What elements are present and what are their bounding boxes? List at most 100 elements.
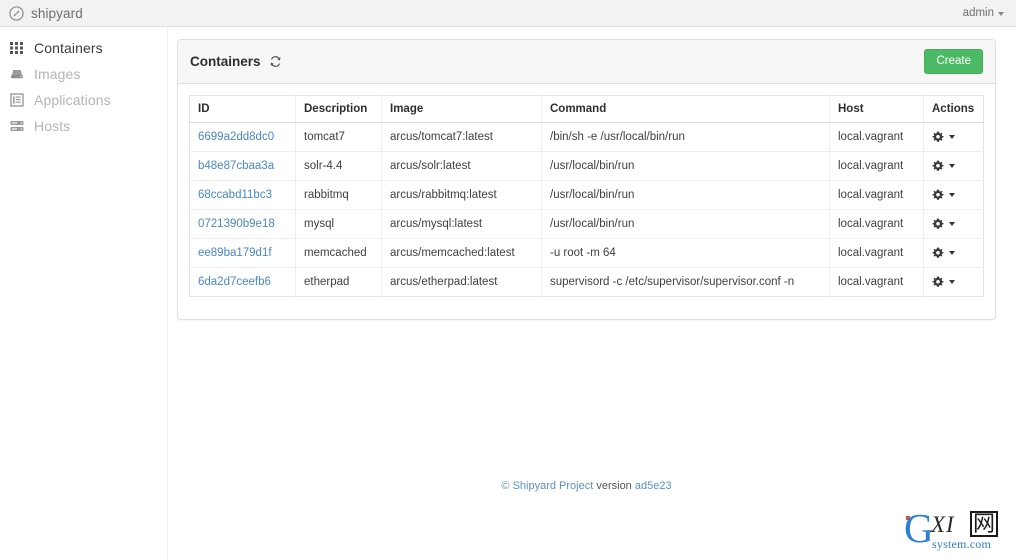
cell-command: supervisord -c /etc/supervisor/superviso… bbox=[541, 267, 830, 297]
gear-icon[interactable] bbox=[932, 276, 944, 288]
chevron-down-icon[interactable] bbox=[949, 221, 955, 226]
container-id-link[interactable]: 6da2d7ceefb6 bbox=[198, 276, 271, 288]
sidebar-item-label: Hosts bbox=[34, 118, 71, 134]
cell-description: solr-4.4 bbox=[295, 151, 382, 181]
hard-drive-icon bbox=[11, 70, 23, 79]
cell-command: /usr/local/bin/run bbox=[541, 151, 830, 181]
page-body: Containers Images Applications Hosts Con… bbox=[0, 27, 1016, 560]
gear-icon[interactable] bbox=[932, 131, 944, 143]
cell-host: local.vagrant bbox=[829, 209, 924, 239]
gear-icon[interactable] bbox=[932, 160, 944, 172]
table-body: 6699a2dd8dc0 tomcat7 arcus/tomcat7:lates… bbox=[189, 122, 984, 297]
refresh-icon[interactable] bbox=[269, 55, 282, 68]
table-header-row: ID Description Image Command Host Action… bbox=[189, 95, 984, 123]
table-row: 0721390b9e18 mysql arcus/mysql:latest /u… bbox=[189, 209, 984, 239]
cell-id: 6699a2dd8dc0 bbox=[189, 122, 296, 152]
server-rack-icon bbox=[10, 121, 24, 131]
container-id-link[interactable]: 68ccabd11bc3 bbox=[198, 189, 272, 201]
cell-host: local.vagrant bbox=[829, 238, 924, 268]
sidebar-item-images[interactable]: Images bbox=[0, 61, 167, 87]
cell-description: tomcat7 bbox=[295, 122, 382, 152]
gear-icon[interactable] bbox=[932, 218, 944, 230]
container-id-link[interactable]: 0721390b9e18 bbox=[198, 218, 275, 230]
column-header-command[interactable]: Command bbox=[541, 95, 830, 123]
grid-icon bbox=[10, 42, 23, 54]
chevron-down-icon[interactable] bbox=[949, 250, 955, 255]
container-id-link[interactable]: b48e87cbaa3a bbox=[198, 160, 274, 172]
table-header: ID Description Image Command Host Action… bbox=[189, 95, 984, 123]
brand-logo-link[interactable]: shipyard bbox=[9, 6, 83, 21]
gear-icon[interactable] bbox=[932, 247, 944, 259]
create-button[interactable]: Create bbox=[924, 49, 983, 74]
cell-actions bbox=[923, 238, 984, 268]
sidebar-item-hosts[interactable]: Hosts bbox=[0, 113, 167, 139]
chevron-down-icon bbox=[998, 12, 1004, 16]
copyright-symbol: © bbox=[501, 479, 510, 492]
cell-image: arcus/memcached:latest bbox=[381, 238, 542, 268]
container-id-link[interactable]: 6699a2dd8dc0 bbox=[198, 131, 274, 143]
column-header-image[interactable]: Image bbox=[381, 95, 542, 123]
table-row: ee89ba179d1f memcached arcus/memcached:l… bbox=[189, 238, 984, 268]
version-link[interactable]: ad5e23 bbox=[635, 480, 672, 492]
sidebar-item-applications[interactable]: Applications bbox=[0, 87, 167, 113]
cell-host: local.vagrant bbox=[829, 267, 924, 297]
compass-circle-icon bbox=[9, 5, 24, 21]
containers-table: ID Description Image Command Host Action… bbox=[189, 94, 984, 297]
column-header-host[interactable]: Host bbox=[829, 95, 924, 123]
cell-description: rabbitmq bbox=[295, 180, 382, 210]
table-row: 68ccabd11bc3 rabbitmq arcus/rabbitmq:lat… bbox=[189, 180, 984, 210]
column-header-description[interactable]: Description bbox=[295, 95, 382, 123]
cell-image: arcus/mysql:latest bbox=[381, 209, 542, 239]
cell-description: mysql bbox=[295, 209, 382, 239]
cell-image: arcus/tomcat7:latest bbox=[381, 122, 542, 152]
cell-id: ee89ba179d1f bbox=[189, 238, 296, 268]
cell-actions bbox=[923, 122, 984, 152]
sidebar: Containers Images Applications Hosts bbox=[0, 27, 168, 560]
sidebar-item-label: Applications bbox=[34, 92, 111, 108]
gear-icon[interactable] bbox=[932, 189, 944, 201]
user-menu[interactable]: admin bbox=[963, 7, 1004, 19]
panel-title-group: Containers bbox=[190, 54, 282, 69]
chevron-down-icon[interactable] bbox=[949, 163, 955, 168]
cell-command: /bin/sh -e /usr/local/bin/run bbox=[541, 122, 830, 152]
table-row: 6699a2dd8dc0 tomcat7 arcus/tomcat7:lates… bbox=[189, 122, 984, 152]
main-content: Containers Create ID Description Image C… bbox=[168, 27, 1016, 560]
cell-image: arcus/etherpad:latest bbox=[381, 267, 542, 297]
containers-panel: Containers Create ID Description Image C… bbox=[177, 39, 996, 320]
cell-actions bbox=[924, 267, 984, 296]
top-navbar: shipyard admin bbox=[0, 0, 1016, 27]
cell-host: local.vagrant bbox=[829, 122, 924, 152]
cell-command: /usr/local/bin/run bbox=[541, 209, 830, 239]
container-id-link[interactable]: ee89ba179d1f bbox=[198, 247, 272, 259]
cell-description: etherpad bbox=[295, 267, 382, 297]
cell-actions bbox=[923, 180, 984, 210]
panel-body: ID Description Image Command Host Action… bbox=[178, 84, 995, 319]
cell-description: memcached bbox=[295, 238, 382, 268]
column-header-actions: Actions bbox=[923, 95, 984, 123]
version-label: version bbox=[596, 479, 632, 492]
cell-id: 68ccabd11bc3 bbox=[189, 180, 296, 210]
panel-heading: Containers Create bbox=[178, 40, 995, 84]
table-row: b48e87cbaa3a solr-4.4 arcus/solr:latest … bbox=[189, 151, 984, 181]
cell-host: local.vagrant bbox=[829, 151, 924, 181]
cell-actions bbox=[923, 209, 984, 239]
cell-image: arcus/solr:latest bbox=[381, 151, 542, 181]
column-header-id[interactable]: ID bbox=[189, 95, 296, 123]
sidebar-item-label: Containers bbox=[34, 40, 103, 56]
cell-id: 6da2d7ceefb6 bbox=[189, 267, 296, 297]
sidebar-item-containers[interactable]: Containers bbox=[0, 35, 167, 61]
sidebar-item-label: Images bbox=[34, 66, 81, 82]
user-menu-label: admin bbox=[962, 7, 994, 19]
brand-name: shipyard bbox=[31, 5, 83, 21]
cell-command: /usr/local/bin/run bbox=[541, 180, 830, 210]
cell-id: b48e87cbaa3a bbox=[189, 151, 296, 181]
chevron-down-icon[interactable] bbox=[949, 134, 955, 139]
app-window-icon bbox=[10, 93, 24, 107]
chevron-down-icon[interactable] bbox=[949, 192, 955, 197]
shipyard-project-link[interactable]: Shipyard Project bbox=[513, 480, 594, 492]
cell-id: 0721390b9e18 bbox=[189, 209, 296, 239]
page-footer: © Shipyard Project version ad5e23 bbox=[177, 480, 996, 492]
page-title: Containers bbox=[190, 53, 261, 69]
cell-actions bbox=[923, 151, 984, 181]
chevron-down-icon[interactable] bbox=[949, 279, 955, 284]
